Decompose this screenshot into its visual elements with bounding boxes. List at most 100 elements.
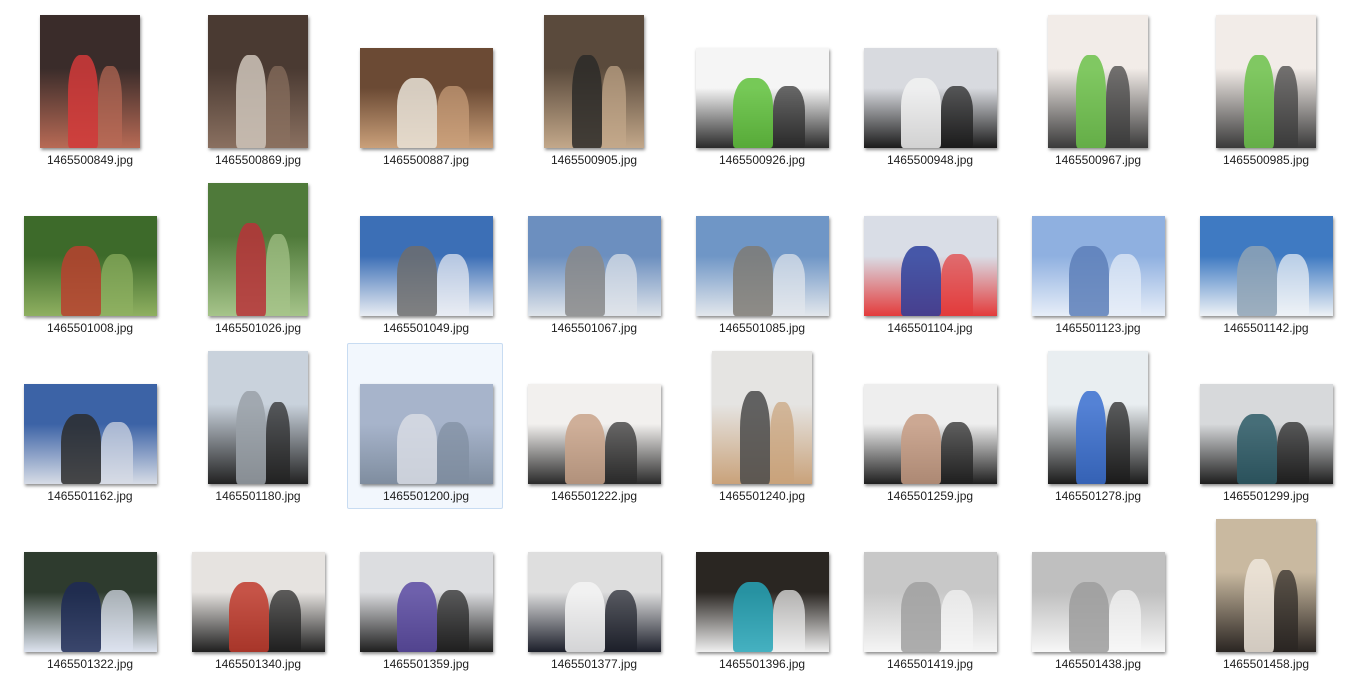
- thumbnail-secondary-shape: [436, 86, 469, 148]
- thumbnail-subject-shape: [900, 414, 941, 484]
- file-item[interactable]: 1465501458.jpg: [1187, 511, 1343, 677]
- thumbnail-secondary-shape: [100, 422, 133, 484]
- thumbnail-frame: [348, 176, 504, 316]
- image-thumbnail[interactable]: [1048, 351, 1148, 484]
- thumbnail-frame: [516, 512, 672, 652]
- file-item[interactable]: 1465500905.jpg: [515, 7, 671, 173]
- thumbnail-frame: [12, 176, 168, 316]
- file-item[interactable]: 1465501377.jpg: [515, 511, 671, 677]
- thumbnail-secondary-shape: [1274, 569, 1298, 652]
- file-item[interactable]: 1465501222.jpg: [515, 343, 671, 509]
- file-item[interactable]: 1465501104.jpg: [851, 175, 1007, 341]
- thumbnail-secondary-shape: [1106, 401, 1130, 484]
- image-thumbnail[interactable]: [544, 15, 644, 148]
- thumbnail-secondary-shape: [940, 422, 973, 484]
- thumbnail-subject-shape: [1076, 54, 1106, 148]
- image-thumbnail[interactable]: [863, 216, 997, 316]
- file-item[interactable]: 1465501142.jpg: [1187, 175, 1343, 341]
- thumbnail-frame: [684, 176, 840, 316]
- image-thumbnail[interactable]: [23, 552, 157, 652]
- thumbnail-subject-shape: [732, 78, 773, 148]
- image-thumbnail[interactable]: [208, 351, 308, 484]
- file-item[interactable]: 1465500849.jpg: [11, 7, 167, 173]
- file-item[interactable]: 1465501049.jpg: [347, 175, 503, 341]
- file-name-label: 1465501240.jpg: [718, 489, 806, 503]
- thumbnail-subject-shape: [1068, 246, 1109, 316]
- file-item[interactable]: 1465501259.jpg: [851, 343, 1007, 509]
- file-item[interactable]: 1465500887.jpg: [347, 7, 503, 173]
- image-thumbnail[interactable]: [1031, 552, 1165, 652]
- thumbnail-subject-shape: [236, 390, 266, 484]
- file-item[interactable]: 1465501396.jpg: [683, 511, 839, 677]
- image-thumbnail[interactable]: [712, 351, 812, 484]
- image-thumbnail[interactable]: [1031, 216, 1165, 316]
- file-item[interactable]: 1465501419.jpg: [851, 511, 1007, 677]
- thumbnail-frame: [1020, 8, 1176, 148]
- thumbnail-subject-shape: [900, 582, 941, 652]
- image-thumbnail[interactable]: [208, 183, 308, 316]
- image-thumbnail[interactable]: [695, 552, 829, 652]
- file-item[interactable]: 1465501340.jpg: [179, 511, 335, 677]
- file-item[interactable]: 1465500967.jpg: [1019, 7, 1175, 173]
- file-item[interactable]: 1465501438.jpg: [1019, 511, 1175, 677]
- file-item[interactable]: 1465501200.jpg: [347, 343, 503, 509]
- thumbnail-frame: [1020, 512, 1176, 652]
- file-item[interactable]: 1465501026.jpg: [179, 175, 335, 341]
- image-thumbnail[interactable]: [359, 48, 493, 148]
- image-thumbnail[interactable]: [863, 48, 997, 148]
- thumbnail-frame: [684, 512, 840, 652]
- thumbnail-subject-shape: [1244, 558, 1274, 652]
- file-item[interactable]: 1465501240.jpg: [683, 343, 839, 509]
- image-thumbnail[interactable]: [359, 552, 493, 652]
- thumbnail-frame: [852, 176, 1008, 316]
- file-item[interactable]: 1465501162.jpg: [11, 343, 167, 509]
- image-thumbnail[interactable]: [527, 384, 661, 484]
- thumbnail-secondary-shape: [604, 422, 637, 484]
- file-item[interactable]: 1465501067.jpg: [515, 175, 671, 341]
- file-item[interactable]: 1465500869.jpg: [179, 7, 335, 173]
- thumbnail-frame: [180, 176, 336, 316]
- image-thumbnail[interactable]: [695, 48, 829, 148]
- image-thumbnail[interactable]: [359, 384, 493, 484]
- file-name-label: 1465501104.jpg: [887, 321, 973, 335]
- image-thumbnail[interactable]: [527, 216, 661, 316]
- thumbnail-subject-shape: [396, 78, 437, 148]
- file-item[interactable]: 1465501278.jpg: [1019, 343, 1175, 509]
- image-thumbnail[interactable]: [1048, 15, 1148, 148]
- file-item[interactable]: 1465501008.jpg: [11, 175, 167, 341]
- file-item[interactable]: 1465501322.jpg: [11, 511, 167, 677]
- file-item[interactable]: 1465501359.jpg: [347, 511, 503, 677]
- image-thumbnail[interactable]: [527, 552, 661, 652]
- image-thumbnail[interactable]: [23, 216, 157, 316]
- thumbnail-frame: [1188, 344, 1344, 484]
- thumbnail-frame: [348, 8, 504, 148]
- thumbnail-secondary-shape: [940, 86, 973, 148]
- image-thumbnail[interactable]: [191, 552, 325, 652]
- image-thumbnail[interactable]: [40, 15, 140, 148]
- file-item[interactable]: 1465500948.jpg: [851, 7, 1007, 173]
- file-name-label: 1465500905.jpg: [550, 153, 638, 167]
- thumbnail-frame: [852, 344, 1008, 484]
- image-thumbnail[interactable]: [1199, 216, 1333, 316]
- thumbnail-subject-shape: [1244, 54, 1274, 148]
- file-item[interactable]: 1465500926.jpg: [683, 7, 839, 173]
- file-item[interactable]: 1465501299.jpg: [1187, 343, 1343, 509]
- image-thumbnail[interactable]: [863, 552, 997, 652]
- image-thumbnail[interactable]: [208, 15, 308, 148]
- image-thumbnail[interactable]: [359, 216, 493, 316]
- file-item[interactable]: 1465500985.jpg: [1187, 7, 1343, 173]
- image-thumbnail[interactable]: [23, 384, 157, 484]
- image-thumbnail[interactable]: [1199, 384, 1333, 484]
- file-item[interactable]: 1465501123.jpg: [1019, 175, 1175, 341]
- image-thumbnail[interactable]: [1216, 519, 1316, 652]
- thumbnail-frame: [1020, 344, 1176, 484]
- image-thumbnail[interactable]: [695, 216, 829, 316]
- thumbnail-subject-shape: [1076, 390, 1106, 484]
- thumbnail-frame: [684, 344, 840, 484]
- file-item[interactable]: 1465501180.jpg: [179, 343, 335, 509]
- file-item[interactable]: 1465501085.jpg: [683, 175, 839, 341]
- image-thumbnail[interactable]: [863, 384, 997, 484]
- thumbnail-subject-shape: [564, 246, 605, 316]
- file-name-label: 1465500967.jpg: [1054, 153, 1142, 167]
- image-thumbnail[interactable]: [1216, 15, 1316, 148]
